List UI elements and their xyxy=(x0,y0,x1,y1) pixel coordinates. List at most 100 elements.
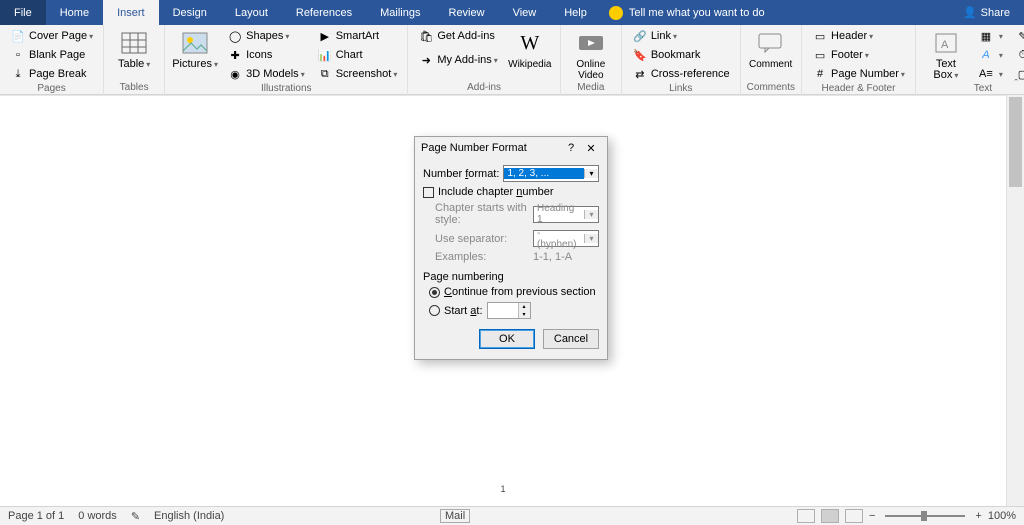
collapse-ribbon-button[interactable]: ˆ xyxy=(1014,78,1018,90)
text-box-button[interactable]: AText Box▾ xyxy=(922,27,970,81)
dialog-title: Page Number Format xyxy=(421,142,561,154)
tab-file[interactable]: File xyxy=(0,0,46,25)
crossref-icon: ⇄ xyxy=(632,67,648,81)
status-page[interactable]: Page 1 of 1 xyxy=(8,510,64,522)
blank-page-label: Blank Page xyxy=(29,49,85,61)
tab-insert[interactable]: Insert xyxy=(103,0,159,25)
start-at-radio[interactable] xyxy=(429,305,440,316)
vertical-scrollbar[interactable] xyxy=(1006,95,1024,506)
my-addins-button[interactable]: ➜My Add-ins▾ xyxy=(414,51,501,69)
comment-icon xyxy=(757,29,785,57)
3d-models-button[interactable]: ◉3D Models▾ xyxy=(223,65,309,83)
screenshot-button[interactable]: ⧉Screenshot▾ xyxy=(313,65,402,83)
status-words[interactable]: 0 words xyxy=(78,510,117,522)
table-button[interactable]: Table▾ xyxy=(110,27,158,70)
group-text: AText Box▾ ▦▾ A▾ A≡▾ ✎▾ ⏱ ▢▾ Text xyxy=(916,25,1024,95)
separator-value: - (hyphen) xyxy=(534,228,584,250)
dialog-help-button[interactable]: ? xyxy=(561,142,581,154)
link-icon: 🔗 xyxy=(632,29,648,43)
group-addins-label: Add-ins xyxy=(414,82,553,95)
smartart-button[interactable]: ▶SmartArt xyxy=(313,27,402,45)
link-label: Link xyxy=(651,30,671,42)
include-chapter-label: Include chapter number xyxy=(438,186,554,198)
footer-icon: ▭ xyxy=(812,48,828,62)
number-format-label: Number format: xyxy=(423,168,499,180)
bookmark-button[interactable]: 🔖Bookmark xyxy=(628,46,734,64)
table-icon xyxy=(120,29,148,57)
signature-line-button[interactable]: ✎▾ xyxy=(1011,27,1024,45)
smartart-label: SmartArt xyxy=(336,30,379,42)
zoom-in-button[interactable]: + xyxy=(975,510,981,522)
ok-button[interactable]: OK xyxy=(479,329,535,349)
tab-help[interactable]: Help xyxy=(550,0,601,25)
tab-mailings[interactable]: Mailings xyxy=(366,0,434,25)
footer-button[interactable]: ▭Footer▾ xyxy=(808,46,909,64)
get-addins-button[interactable]: 🛍Get Add-ins xyxy=(414,27,501,45)
page-number-icon: # xyxy=(812,67,828,81)
start-at-input[interactable]: ▴▾ xyxy=(487,302,531,319)
zoom-slider[interactable] xyxy=(885,515,965,517)
share-button[interactable]: 👤Share xyxy=(963,6,1024,19)
status-proofing-icon[interactable]: ✎ xyxy=(131,510,140,523)
separator-label: Use separator: xyxy=(435,233,529,245)
link-button[interactable]: 🔗Link▾ xyxy=(628,27,734,45)
get-addins-label: Get Add-ins xyxy=(437,30,494,42)
footer-label: Footer xyxy=(831,49,863,61)
comment-label: Comment xyxy=(749,59,792,70)
tab-view[interactable]: View xyxy=(499,0,551,25)
include-chapter-checkbox[interactable] xyxy=(423,187,434,198)
tab-review[interactable]: Review xyxy=(435,0,499,25)
store-icon: 🛍 xyxy=(418,29,434,43)
cover-page-button[interactable]: 📄Cover Page▾ xyxy=(6,27,97,45)
zoom-knob[interactable] xyxy=(921,511,927,521)
crossref-label: Cross-reference xyxy=(651,68,730,80)
continue-radio[interactable] xyxy=(429,287,440,298)
dialog-close-button[interactable]: ✕ xyxy=(581,142,601,155)
number-format-select[interactable]: 1, 2, 3, ...▾ xyxy=(503,165,599,182)
group-comments-label: Comments xyxy=(747,82,795,95)
blank-page-button[interactable]: ▫Blank Page xyxy=(6,46,97,64)
page-number-button[interactable]: #Page Number▾ xyxy=(808,65,909,83)
wordart-button[interactable]: A▾ xyxy=(974,46,1007,64)
spin-down-icon[interactable]: ▾ xyxy=(518,311,530,319)
zoom-level[interactable]: 100% xyxy=(988,510,1016,522)
group-media-label: Media xyxy=(567,82,615,95)
pictures-button[interactable]: Pictures▾ xyxy=(171,27,219,70)
scroll-thumb[interactable] xyxy=(1009,97,1022,187)
group-tables-label: Tables xyxy=(110,82,158,95)
header-label: Header xyxy=(831,30,867,42)
tab-layout[interactable]: Layout xyxy=(221,0,282,25)
icons-icon: ✚ xyxy=(227,48,243,62)
screenshot-icon: ⧉ xyxy=(317,67,333,81)
wikipedia-icon: W xyxy=(516,29,544,57)
cancel-button[interactable]: Cancel xyxy=(543,329,599,349)
drop-cap-button[interactable]: A≡▾ xyxy=(974,65,1007,83)
tell-me-search[interactable]: Tell me what you want to do xyxy=(609,6,765,20)
status-language[interactable]: English (India) xyxy=(154,510,224,522)
print-layout-button[interactable] xyxy=(821,509,839,523)
cross-reference-button[interactable]: ⇄Cross-reference xyxy=(628,65,734,83)
header-button[interactable]: ▭Header▾ xyxy=(808,27,909,45)
ribbon: 📄Cover Page▾ ▫Blank Page ⤓Page Break Pag… xyxy=(0,25,1024,95)
shapes-button[interactable]: ◯Shapes▾ xyxy=(223,27,309,45)
group-comments: Comment Comments xyxy=(741,25,802,95)
comment-button[interactable]: Comment xyxy=(747,27,795,70)
header-icon: ▭ xyxy=(812,29,828,43)
spin-up-icon[interactable]: ▴ xyxy=(518,303,530,311)
zoom-out-button[interactable]: − xyxy=(869,510,875,522)
date-time-button[interactable]: ⏱ xyxy=(1011,46,1024,64)
smartart-icon: ▶ xyxy=(317,29,333,43)
tab-design[interactable]: Design xyxy=(159,0,221,25)
read-mode-button[interactable] xyxy=(797,509,815,523)
status-mail[interactable]: Mail xyxy=(440,509,470,523)
quick-parts-button[interactable]: ▦▾ xyxy=(974,27,1007,45)
online-video-button[interactable]: Online Video xyxy=(567,27,615,81)
wikipedia-button[interactable]: WWikipedia xyxy=(506,27,554,70)
tab-home[interactable]: Home xyxy=(46,0,103,25)
icons-button[interactable]: ✚Icons xyxy=(223,46,309,64)
group-links: 🔗Link▾ 🔖Bookmark ⇄Cross-reference Links xyxy=(622,25,741,95)
web-layout-button[interactable] xyxy=(845,509,863,523)
chart-button[interactable]: 📊Chart xyxy=(313,46,402,64)
page-break-button[interactable]: ⤓Page Break xyxy=(6,65,97,83)
tab-references[interactable]: References xyxy=(282,0,366,25)
